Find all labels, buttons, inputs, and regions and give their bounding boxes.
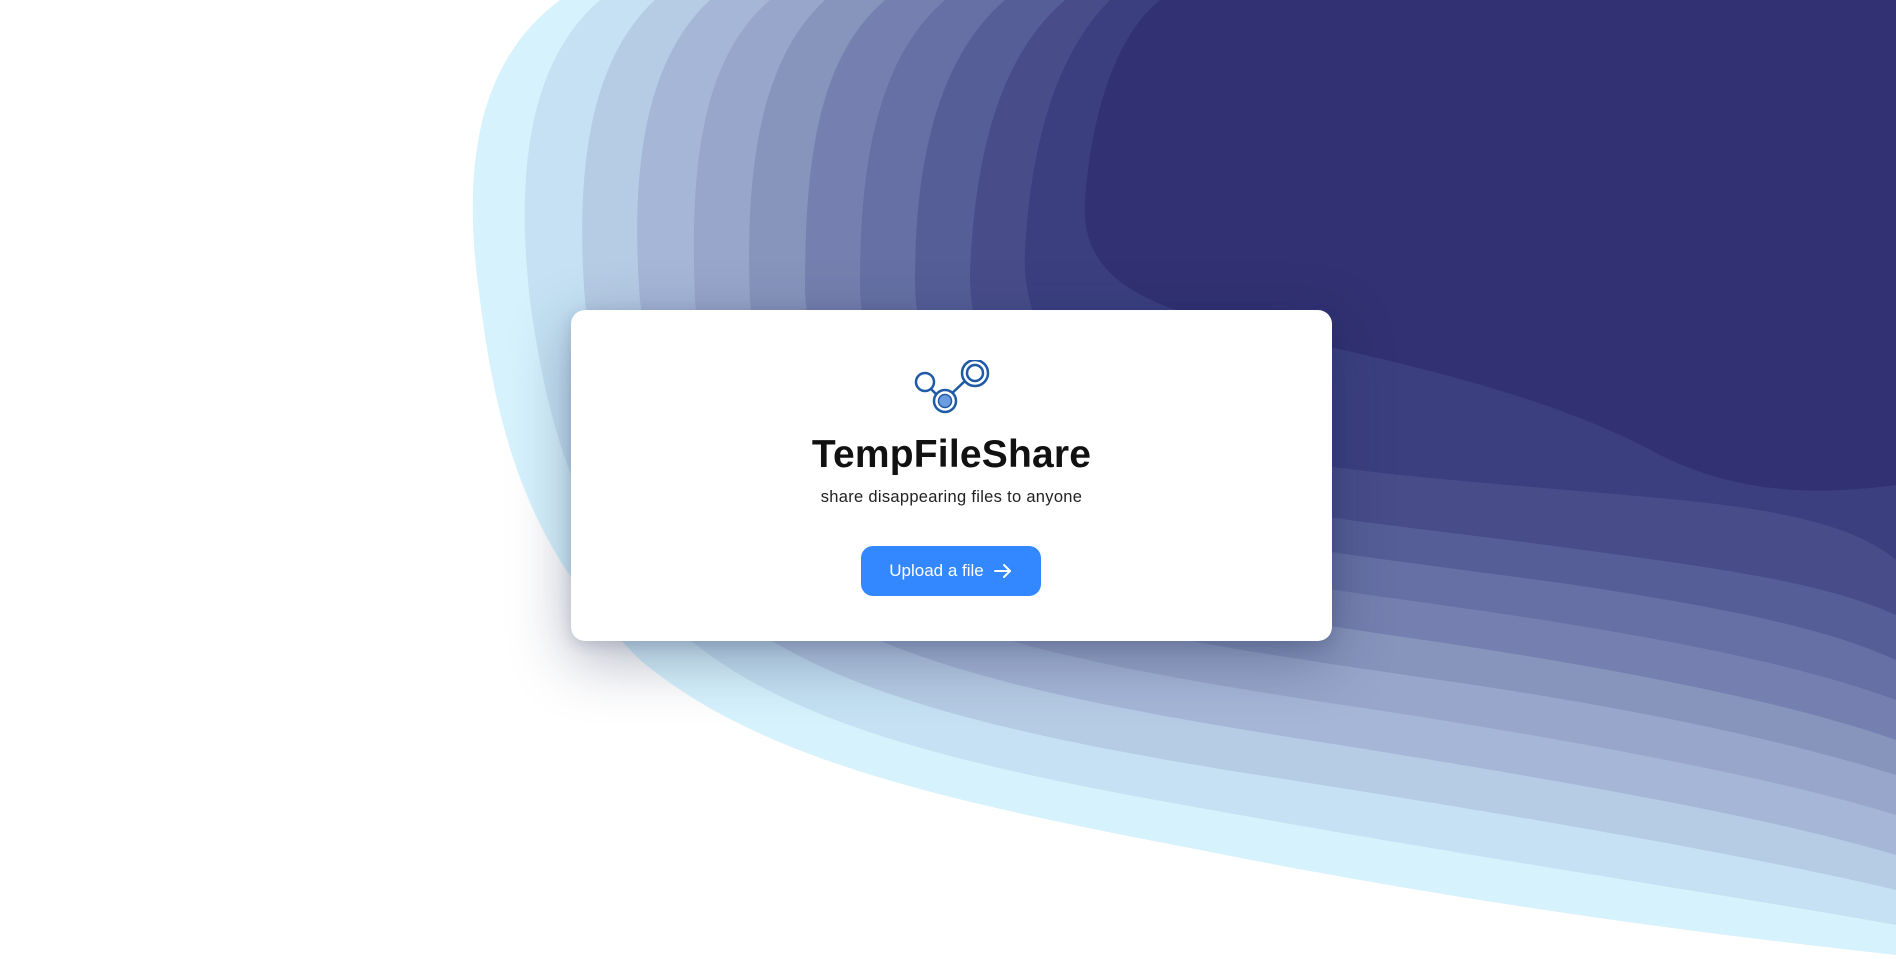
upload-button-label: Upload a file — [889, 561, 984, 580]
app-tagline: share disappearing files to anyone — [820, 488, 1083, 506]
arrow-right-icon — [993, 564, 1011, 578]
app-title: TempFileShare — [811, 433, 1092, 476]
share-nodes-icon — [914, 360, 989, 414]
upload-file-button[interactable]: Upload a file — [861, 546, 1041, 596]
upload-card: TempFileShare share disappearing files t… — [571, 310, 1332, 641]
page: TempFileShare share disappearing files t… — [0, 0, 1896, 959]
